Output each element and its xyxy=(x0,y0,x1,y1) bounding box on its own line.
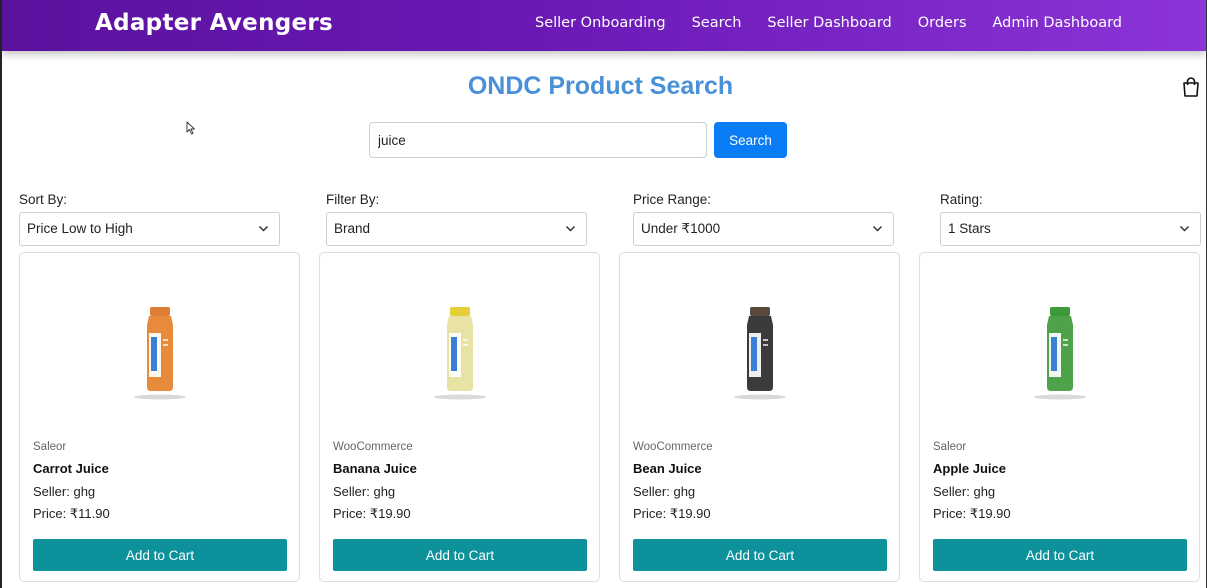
nav-links: Seller Onboarding Search Seller Dashboar… xyxy=(509,15,1122,31)
brand-logo[interactable]: Adapter Avengers xyxy=(95,10,333,36)
chevron-down-icon xyxy=(565,225,576,232)
sort-by-select[interactable]: Price Low to High xyxy=(19,212,280,246)
product-brand: WooCommerce xyxy=(633,441,713,453)
product-card: Saleor Carrot Juice Seller: ghg Price: ₹… xyxy=(19,252,300,582)
chevron-down-icon xyxy=(872,225,883,232)
page-title: ONDC Product Search xyxy=(467,72,734,100)
mouse-pointer-icon xyxy=(186,121,195,135)
add-to-cart-button[interactable]: Add to Cart xyxy=(333,539,587,571)
app-frame: Adapter Avengers Seller Onboarding Searc… xyxy=(0,0,1207,588)
chevron-down-icon xyxy=(1179,225,1190,232)
add-to-cart-button[interactable]: Add to Cart xyxy=(633,539,887,571)
rating-label: Rating: xyxy=(940,192,983,207)
product-card: Saleor Apple Juice Seller: ghg Price: ₹1… xyxy=(919,252,1200,582)
filter-by-value: Brand xyxy=(334,221,371,236)
nav-orders[interactable]: Orders xyxy=(918,15,967,31)
product-name: Banana Juice xyxy=(333,461,417,476)
chevron-down-icon xyxy=(258,225,269,232)
product-brand: Saleor xyxy=(33,441,67,453)
product-price: Price: ₹19.90 xyxy=(333,506,411,521)
add-to-cart-button[interactable]: Add to Cart xyxy=(933,539,1187,571)
product-name: Apple Juice xyxy=(933,461,1006,476)
add-to-cart-button[interactable]: Add to Cart xyxy=(33,539,287,571)
juice-bottle-image xyxy=(134,307,186,400)
price-range-label: Price Range: xyxy=(633,192,712,207)
product-seller: Seller: ghg xyxy=(333,484,396,499)
price-range-select[interactable]: Under ₹1000 xyxy=(633,212,894,246)
sort-by-value: Price Low to High xyxy=(27,221,133,236)
filter-by-label: Filter By: xyxy=(326,192,380,207)
product-brand: Saleor xyxy=(933,441,967,453)
juice-bottle-image xyxy=(734,307,786,400)
search-button[interactable]: Search xyxy=(714,122,787,158)
shopping-bag-icon[interactable] xyxy=(1182,77,1200,97)
nav-seller-dashboard[interactable]: Seller Dashboard xyxy=(767,15,891,31)
sort-by-label: Sort By: xyxy=(19,192,68,207)
price-range-filter: Price Range: Under ₹1000 xyxy=(633,192,894,246)
product-seller: Seller: ghg xyxy=(633,484,696,499)
price-range-value: Under ₹1000 xyxy=(641,221,721,236)
sort-by-filter: Sort By: Price Low to High xyxy=(19,192,280,246)
juice-bottle-image xyxy=(1034,307,1086,400)
rating-select[interactable]: 1 Stars xyxy=(940,212,1201,246)
product-price: Price: ₹19.90 xyxy=(933,506,1011,521)
search-input[interactable] xyxy=(369,122,707,158)
product-seller: Seller: ghg xyxy=(33,484,96,499)
nav-seller-onboarding[interactable]: Seller Onboarding xyxy=(535,15,666,31)
product-card: WooCommerce Banana Juice Seller: ghg Pri… xyxy=(319,252,600,582)
product-name: Carrot Juice xyxy=(33,461,109,476)
juice-bottle-image xyxy=(434,307,486,400)
filter-by-select[interactable]: Brand xyxy=(326,212,587,246)
product-brand: WooCommerce xyxy=(333,441,413,453)
top-navbar: Adapter Avengers Seller Onboarding Searc… xyxy=(2,0,1206,51)
nav-admin-dashboard[interactable]: Admin Dashboard xyxy=(993,15,1123,31)
product-seller: Seller: ghg xyxy=(933,484,996,499)
rating-value: 1 Stars xyxy=(948,221,991,236)
product-card: WooCommerce Bean Juice Seller: ghg Price… xyxy=(619,252,900,582)
product-price: Price: ₹11.90 xyxy=(33,506,110,521)
nav-search[interactable]: Search xyxy=(692,15,742,31)
rating-filter: Rating: 1 Stars xyxy=(940,192,1201,246)
product-price: Price: ₹19.90 xyxy=(633,506,711,521)
product-name: Bean Juice xyxy=(633,461,702,476)
filter-by-filter: Filter By: Brand xyxy=(326,192,587,246)
